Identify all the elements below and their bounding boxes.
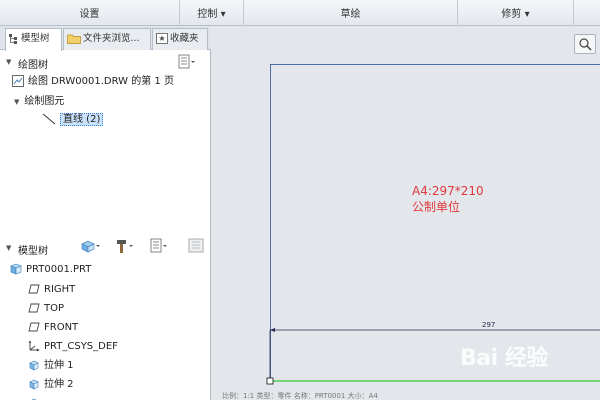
ribbon-group-bar: 设置 控制 ▾ 草绘 修剪 ▾ <box>0 0 600 26</box>
drawing-tree-header[interactable]: ▼ 绘图树 <box>0 52 211 72</box>
tree-item-right[interactable]: RIGHT <box>28 281 75 299</box>
datum-plane-icon <box>28 322 40 332</box>
list-settings-icon <box>178 54 195 69</box>
tools-button[interactable] <box>115 238 133 254</box>
tree-item-extrude-1[interactable]: 拉伸 1 <box>28 357 74 375</box>
drawing-sheet-item[interactable]: 绘图 DRW0001.DRW 的第 1 页 <box>12 73 174 91</box>
part-root-item[interactable]: PRT0001.PRT <box>10 261 91 279</box>
favorites-icon <box>156 33 168 44</box>
tree-settings-button[interactable] <box>150 238 168 254</box>
hammer-icon <box>117 240 133 253</box>
tree-filter-button[interactable] <box>188 238 206 254</box>
tree-item-front[interactable]: FRONT <box>28 319 78 337</box>
ribbon-group-control[interactable]: 控制 ▾ <box>180 0 244 26</box>
coordinate-system-icon <box>28 340 40 352</box>
datum-plane-icon <box>28 303 40 313</box>
dimension-arrow-icon <box>270 328 275 332</box>
ribbon-group-trim[interactable]: 修剪 ▾ <box>458 0 574 26</box>
sketched-lines[interactable] <box>262 318 600 390</box>
note-line-1: A4:297*210 <box>412 184 484 198</box>
model-tree-header[interactable]: ▼ 模型树 <box>0 238 211 258</box>
navigator-panel: 模型树 文件夹浏览... 收藏夹 ▼ 绘图树 绘图 DRW0001.DRW 的第… <box>0 26 211 400</box>
drawing-sheet-icon <box>12 75 24 87</box>
show-cube-icon <box>81 240 100 253</box>
tab-folder-browser[interactable]: 文件夹浏览... <box>63 28 151 50</box>
list-settings-icon <box>150 238 167 253</box>
expand-arrow-icon[interactable]: ▼ <box>14 98 19 106</box>
status-text: 比例：1:1 类型：零件 名称：PRT0001 大小：A4 <box>222 392 378 400</box>
navigator-tabs: 模型树 文件夹浏览... 收藏夹 <box>0 26 211 51</box>
collapse-arrow-icon[interactable]: ▼ <box>6 244 11 252</box>
line-item[interactable]: 直线 (2) <box>42 111 104 129</box>
ribbon-group-setup[interactable]: 设置 <box>0 0 180 26</box>
magnifier-icon <box>579 38 592 51</box>
line-endpoint-handle[interactable] <box>266 377 274 385</box>
filter-icon <box>188 238 204 253</box>
extrude-icon <box>29 360 39 371</box>
datum-plane-icon <box>28 284 40 294</box>
extrude-icon <box>29 379 39 390</box>
tree-icon <box>9 33 17 44</box>
dimension-text[interactable]: 297 <box>482 321 495 329</box>
drawing-tree-settings-button[interactable] <box>178 54 196 70</box>
line-icon <box>42 113 56 125</box>
tree-item-partial <box>28 395 44 400</box>
tree-item-csys[interactable]: PRT_CSYS_DEF <box>28 338 118 356</box>
baidu-watermark: Bai 经验 <box>460 340 548 372</box>
ribbon-group-extra <box>574 0 600 26</box>
part-icon <box>10 263 22 275</box>
watermark-text: Bai 经验 <box>460 346 548 371</box>
folder-icon <box>67 34 81 44</box>
ribbon-group-sketch[interactable]: 草绘 <box>244 0 458 26</box>
draw-items-folder[interactable]: ▼ 绘制图元 <box>14 93 64 111</box>
tree-item-top[interactable]: TOP <box>28 300 64 318</box>
tab-model-tree[interactable]: 模型树 <box>5 28 62 51</box>
drawing-note[interactable]: A4:297*210 公制单位 <box>412 183 484 215</box>
note-line-2: 公制单位 <box>412 200 461 214</box>
collapse-arrow-icon[interactable]: ▼ <box>6 58 11 66</box>
show-button[interactable] <box>80 238 100 254</box>
tree-item-extrude-2[interactable]: 拉伸 2 <box>28 376 74 394</box>
zoom-button[interactable] <box>574 34 596 54</box>
tab-favorites[interactable]: 收藏夹 <box>152 28 208 50</box>
